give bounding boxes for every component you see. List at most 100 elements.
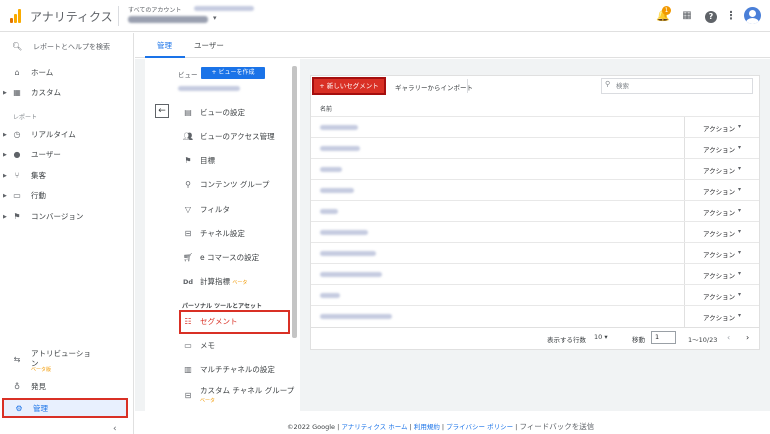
goto-page-input[interactable]: 1 [651, 331, 676, 344]
segment-row[interactable]: アクション ▾ [311, 116, 759, 138]
segment-row[interactable]: アクション ▾ [311, 221, 759, 243]
chevron-down-icon[interactable]: ▾ [738, 249, 741, 256]
action-dropdown[interactable]: アクション [703, 186, 735, 196]
action-dropdown[interactable]: アクション [703, 270, 735, 280]
segment-name-redacted[interactable] [320, 230, 368, 235]
person-icon: ● [13, 150, 21, 159]
action-dropdown[interactable]: アクション [703, 228, 735, 238]
sidebar-item-conversions[interactable]: ▶ ⚑ コンバージョン [0, 208, 134, 226]
segment-name-redacted[interactable] [320, 167, 342, 172]
bar-chart-icon: ▥ [184, 365, 192, 374]
chevron-down-icon[interactable]: ▾ [738, 312, 741, 319]
segment-name-redacted[interactable] [320, 272, 382, 277]
admin-tabs: 管理 ユーザー [135, 33, 770, 58]
action-dropdown[interactable]: アクション [703, 165, 735, 175]
chevron-down-icon[interactable]: ▾ [738, 207, 741, 214]
divider [684, 201, 685, 222]
apps-grid-icon[interactable]: ▦ [679, 8, 695, 24]
sidebar-item-acquisition[interactable]: ▶ ⑂ 集客 [0, 167, 134, 185]
action-dropdown[interactable]: アクション [703, 144, 735, 154]
divider [684, 138, 685, 159]
action-dropdown[interactable]: アクション [703, 291, 735, 301]
chevron-down-icon[interactable]: ▾ [738, 291, 741, 298]
behavior-window-icon: ▭ [13, 191, 21, 200]
cart-icon: 🛒︎ [182, 253, 194, 262]
more-vert-icon[interactable]: ⋮ [723, 8, 739, 24]
segment-name-redacted[interactable] [320, 125, 358, 130]
search-reports-help[interactable]: 🔍︎ レポートとヘルプを検索 [0, 38, 134, 56]
sidebar-item-admin[interactable]: ⚙ 管理 [2, 398, 128, 418]
segment-row[interactable]: アクション ▾ [311, 305, 759, 327]
segments-icon: ☷ [184, 317, 192, 326]
sidebar-item-users[interactable]: ▶ ● ユーザー [0, 146, 134, 164]
dd-icon: Dd [182, 278, 194, 286]
tab-manage[interactable]: 管理 [157, 40, 172, 51]
segment-row[interactable]: アクション ▾ [311, 158, 759, 180]
collapse-sidebar-icon[interactable]: ‹ [113, 424, 117, 434]
segment-name-redacted[interactable] [320, 146, 360, 151]
segment-search-input[interactable]: 検索 [601, 78, 753, 94]
action-dropdown[interactable]: アクション [703, 249, 735, 259]
active-tab-indicator [145, 56, 185, 58]
segment-name-redacted[interactable] [320, 314, 392, 319]
action-dropdown[interactable]: アクション [703, 312, 735, 322]
chevron-down-icon[interactable]: ▾ [738, 270, 741, 277]
analytics-logo-icon[interactable] [10, 9, 22, 23]
segment-row[interactable]: アクション ▾ [311, 242, 759, 264]
chevron-down-icon[interactable]: ▾ [738, 144, 741, 151]
goto-label: 移動 [632, 336, 645, 344]
segment-row[interactable]: アクション ▾ [311, 179, 759, 201]
personal-tools-header: パーソナル ツールとアセット [182, 303, 262, 310]
rows-per-page-select[interactable]: 10 ▾ [594, 333, 608, 341]
view-label: ビュー [178, 71, 198, 79]
help-icon[interactable]: ? [703, 8, 719, 24]
sidebar-item-home[interactable]: ⌂ ホーム [0, 64, 134, 82]
segment-row[interactable]: アクション ▾ [311, 263, 759, 285]
chevron-down-icon[interactable]: ▾ [738, 165, 741, 172]
sidebar-item-attribution[interactable]: ⇆ アトリビューション ベータ版 [0, 345, 134, 375]
feedback-link[interactable]: フィードバックを送信 [519, 422, 594, 431]
segment-name-redacted[interactable] [320, 209, 338, 214]
segment-row[interactable]: アクション ▾ [311, 200, 759, 222]
sidebar-item-realtime[interactable]: ▶ ◷ リアルタイム [0, 126, 134, 144]
expand-arrow-icon: ▶ [3, 214, 7, 220]
name-column-header[interactable]: 名前 [320, 104, 332, 113]
view-name-redacted[interactable] [128, 16, 208, 23]
comment-icon: ▭ [184, 341, 192, 350]
home-icon: ⌂ [14, 68, 20, 77]
tab-user[interactable]: ユーザー [194, 40, 224, 51]
segment-name-redacted[interactable] [320, 251, 376, 256]
segment-row[interactable]: アクション ▾ [311, 137, 759, 159]
segment-row[interactable]: アクション ▾ [311, 284, 759, 306]
gear-icon: ⚙ [15, 404, 23, 413]
app-title[interactable]: アナリティクス [30, 8, 113, 25]
action-dropdown[interactable]: アクション [703, 123, 735, 133]
settings-scrollbar[interactable] [292, 66, 297, 338]
privacy-link[interactable]: プライバシー ポリシー [446, 423, 513, 431]
create-view-button[interactable]: + ビューを作成 [201, 67, 265, 79]
divider [118, 6, 119, 26]
chevron-down-icon[interactable]: ▾ [738, 186, 741, 193]
chevron-down-icon[interactable]: ▾ [738, 123, 741, 130]
segment-name-redacted[interactable] [320, 293, 340, 298]
search-icon: ⚲ [605, 80, 611, 88]
flag-icon: ⚑ [13, 212, 21, 221]
avatar[interactable] [744, 7, 761, 24]
chevron-down-icon[interactable]: ▾ [213, 14, 217, 22]
sidebar-item-custom[interactable]: ▶ ▦ カスタム [0, 84, 134, 102]
new-segment-button[interactable]: + 新しいセグメント [312, 77, 386, 95]
prev-page-icon[interactable]: ‹ [727, 333, 730, 342]
back-arrow-icon[interactable]: ← [155, 104, 169, 118]
analytics-home-link[interactable]: アナリティクス ホーム [341, 423, 407, 431]
chevron-down-icon[interactable]: ▾ [738, 228, 741, 235]
view-selector-redacted[interactable] [178, 86, 240, 91]
account-breadcrumb[interactable]: すべてのアカウント [128, 5, 181, 14]
flag-icon: ⚑ [184, 156, 192, 165]
next-page-icon[interactable]: › [746, 333, 749, 342]
sidebar-item-discover[interactable]: ♁ 発見 [0, 378, 134, 396]
sidebar-item-behavior[interactable]: ▶ ▭ 行動 [0, 187, 134, 205]
terms-link[interactable]: 利用規約 [414, 423, 440, 431]
segment-name-redacted[interactable] [320, 188, 354, 193]
action-dropdown[interactable]: アクション [703, 207, 735, 217]
import-from-gallery-link[interactable]: ギャラリーからインポート [395, 82, 473, 92]
